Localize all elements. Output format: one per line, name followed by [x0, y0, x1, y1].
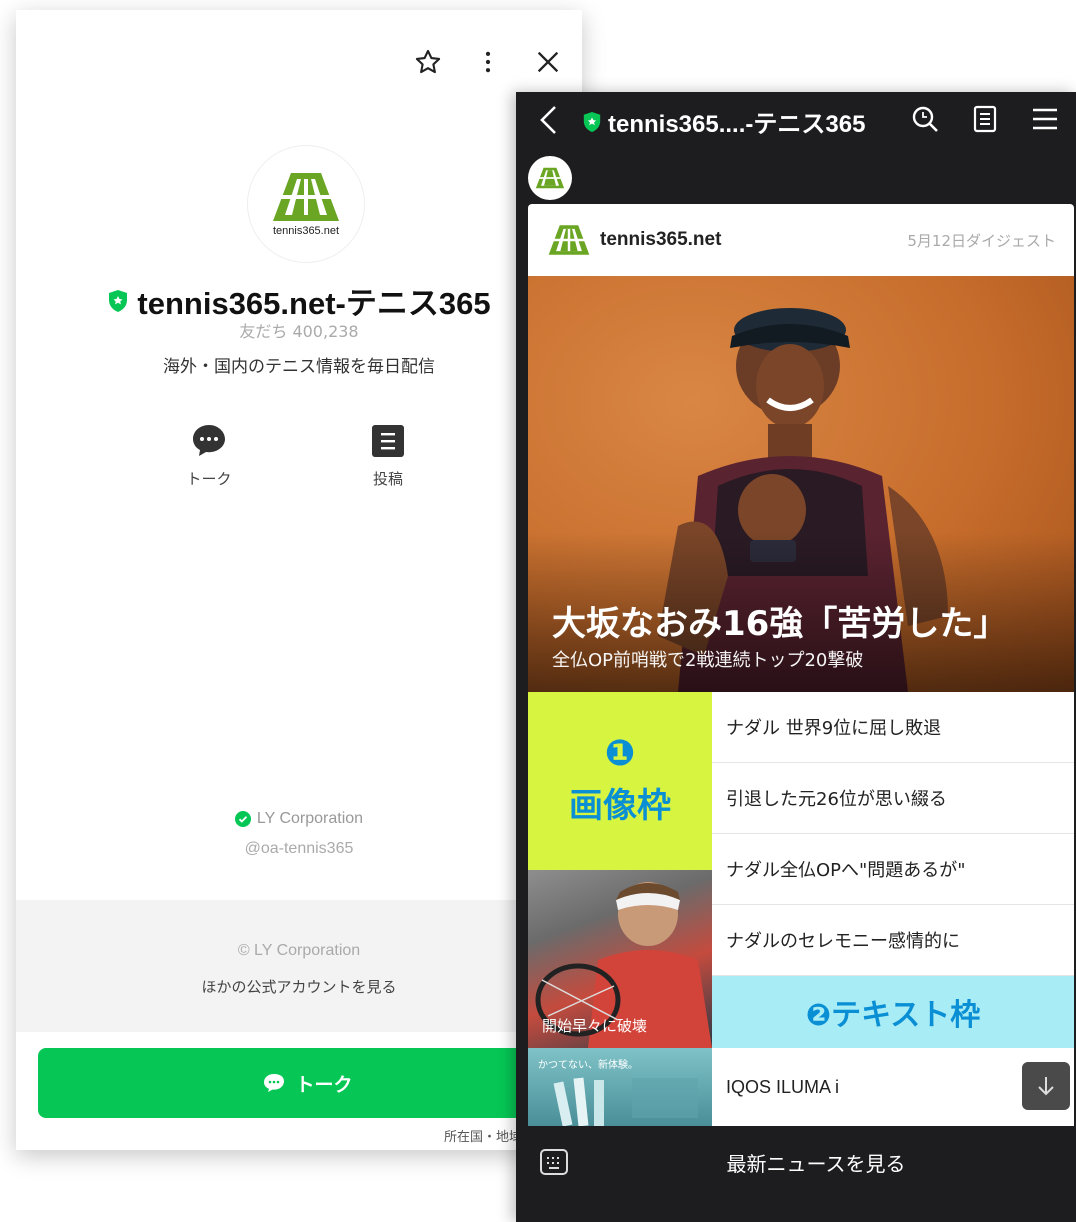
post-action[interactable]: 投稿: [348, 422, 428, 489]
chat-header: tennis365....-テニス365: [516, 92, 1076, 148]
image-frame-number: ❶: [604, 732, 636, 774]
post-action-label: 投稿: [372, 470, 403, 488]
friends-count: 友だち 400,238: [239, 322, 359, 341]
menu-icon[interactable]: [1030, 104, 1060, 134]
chat-bubble-icon: [190, 422, 228, 460]
sender-avatar[interactable]: [528, 156, 572, 200]
back-chevron-icon[interactable]: [538, 104, 560, 136]
footer-band: © LY Corporation ほかの公式アカウントを見る: [16, 900, 582, 1032]
search-icon[interactable]: [910, 104, 940, 134]
digest-brand-text: tennis365.net: [600, 229, 722, 250]
text-frame-annotation: ❷テキスト枠: [712, 976, 1074, 1048]
tennis-court-logo-icon: [273, 173, 339, 221]
chat-bubble-icon: [264, 1074, 285, 1092]
talk-action[interactable]: トーク: [169, 422, 249, 489]
account-logo: tennis365.net: [248, 146, 364, 262]
article-title: ナダルのセレモニー感情的に: [726, 931, 960, 952]
account-description: 海外・国内のテニス情報を毎日配信: [163, 357, 435, 377]
tennis-court-logo-icon: [535, 167, 565, 189]
ad-product-image: [553, 1077, 698, 1126]
article-title: 引退した元26位が思い綴る: [726, 789, 947, 810]
notes-icon[interactable]: [970, 104, 1000, 134]
latest-news-button[interactable]: 最新ニュースを見る: [516, 1148, 1076, 1177]
article-row[interactable]: ナダルのセレモニー感情的に: [712, 905, 1074, 976]
digest-date: 5月12日ダイジェスト: [907, 232, 1056, 250]
ad-row[interactable]: IQOS ILUMA i: [712, 1048, 1074, 1126]
logo-caption: tennis365.net: [272, 225, 340, 237]
article-title: ナダル全仏OPへ"問題あるが": [726, 860, 966, 881]
scroll-down-button[interactable]: [1022, 1062, 1070, 1110]
talk-button[interactable]: トーク: [38, 1048, 578, 1118]
digest-header: tennis365.net 5月12日ダイジェスト: [528, 204, 1074, 276]
account-name: tennis365.net-テニス365: [16, 278, 582, 323]
image-frame-label: 画像枠: [569, 785, 671, 826]
digest-card[interactable]: tennis365.net 5月12日ダイジェスト 大坂なおみ16強「苦労した」: [528, 204, 1074, 1126]
account-name-text: tennis365.net-テニス365: [137, 286, 491, 321]
verified-shield-icon: [109, 289, 128, 312]
verified-check-icon: [234, 811, 251, 827]
profile-toolbar: [414, 48, 562, 76]
image-frame-annotation: ❶ 画像枠: [528, 692, 712, 870]
provider-name: LY Corporation: [256, 810, 364, 827]
talk-action-label: トーク: [186, 470, 232, 488]
chat-title-text: tennis365....-テニス365: [608, 111, 866, 138]
article-row[interactable]: 引退した元26位が思い綴る: [712, 763, 1074, 834]
ad-thumbnail[interactable]: かつてない、新体験。: [528, 1048, 712, 1126]
hero-subline: 全仏OP前哨戦で2戦連続トップ20撃破: [552, 650, 864, 671]
copyright-text: © LY Corporation: [237, 942, 361, 959]
article-row[interactable]: ナダル全仏OPへ"問題あるが": [712, 834, 1074, 905]
arrow-down-icon: [1038, 1077, 1054, 1096]
thumbnail-caption: 開始早々に破壊: [542, 1017, 648, 1035]
tennis-court-logo-icon: [548, 225, 590, 255]
account-handle: @oa-tennis365: [244, 840, 354, 857]
article-thumbnail[interactable]: 開始早々に破壊: [528, 870, 712, 1048]
verified-shield-icon: [583, 111, 601, 132]
chat-title: tennis365....-テニス365: [582, 104, 865, 139]
account-profile-panel: tennis365.net tennis365.net-テニス365 友だち 4…: [16, 10, 582, 1150]
digest-brand: tennis365.net: [546, 224, 721, 256]
talk-button-label: トーク: [295, 1073, 353, 1096]
article-title: ナダル 世界9位に屈し敗退: [726, 718, 942, 739]
star-icon[interactable]: [414, 48, 442, 76]
close-icon[interactable]: [534, 48, 562, 76]
post-list-icon: [369, 422, 407, 460]
chat-header-icons: [910, 104, 1060, 134]
hero-headline: 大坂なおみ16強「苦労した」: [552, 604, 1008, 644]
more-vertical-icon[interactable]: [474, 48, 502, 76]
other-accounts-link[interactable]: ほかの公式アカウントを見る: [16, 976, 582, 997]
article-row[interactable]: ナダル 世界9位に屈し敗退: [712, 692, 1074, 763]
region-link[interactable]: 所在国・地域: [444, 1126, 522, 1145]
hero-article[interactable]: 大坂なおみ16強「苦労した」 全仏OP前哨戦で2戦連続トップ20撃破: [528, 276, 1074, 692]
provider-info: LY Corporation: [16, 810, 582, 828]
chat-panel: tennis365....-テニス365 tennis365.net 5月12日…: [516, 92, 1076, 1222]
ad-title: IQOS ILUMA i: [726, 1076, 840, 1097]
rich-menu-bar: 最新ニュースを見る: [516, 1126, 1076, 1222]
